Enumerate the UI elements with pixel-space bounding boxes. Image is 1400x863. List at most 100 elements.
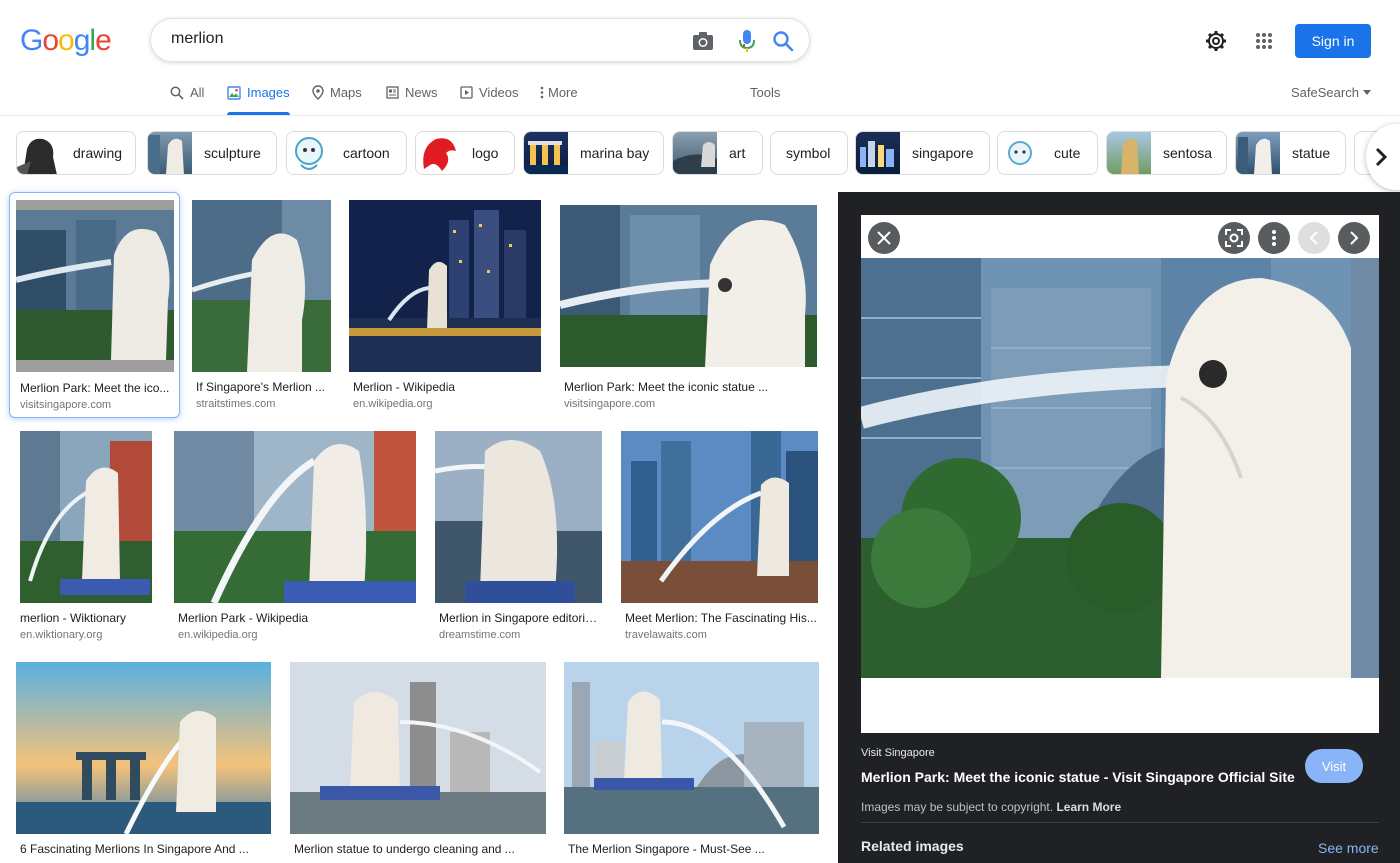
chip-thumbnail <box>524 132 568 174</box>
chip-statue[interactable]: statue <box>1235 131 1346 175</box>
microphone-icon[interactable] <box>735 29 759 53</box>
result-title[interactable]: Meet Merlion: The Fascinating His... <box>625 611 817 625</box>
tab-more[interactable]: More <box>540 85 578 100</box>
camera-icon[interactable] <box>691 29 715 53</box>
chip-thumbnail <box>673 132 717 174</box>
result-title[interactable]: 6 Fascinating Merlions In Singapore And … <box>20 842 270 856</box>
chip-symbol[interactable]: symbol <box>770 131 848 175</box>
result-title[interactable]: The Merlion Singapore - Must-See ... <box>568 842 818 856</box>
result-source[interactable]: travelawaits.com <box>625 629 817 641</box>
tab-all[interactable]: All <box>170 85 204 100</box>
search-input[interactable] <box>169 29 673 49</box>
apps-grid-icon[interactable] <box>1254 31 1274 51</box>
result-title[interactable]: Merlion statue to undergo cleaning and .… <box>294 842 544 856</box>
preview-title[interactable]: Merlion Park: Meet the iconic statue - V… <box>861 769 1295 785</box>
chip-singapore[interactable]: singapore <box>855 131 990 175</box>
result-image[interactable] <box>434 431 602 603</box>
result-image[interactable] <box>20 431 152 603</box>
result-source[interactable]: en.wikipedia.org <box>353 398 537 410</box>
result-title[interactable]: Merlion Park - Wikipedia <box>178 611 414 625</box>
play-icon <box>460 86 473 99</box>
chip-label: symbol <box>786 145 831 161</box>
learn-more-link[interactable]: Learn More <box>1056 800 1121 814</box>
tab-news[interactable]: News <box>386 85 438 100</box>
result-source[interactable]: visitsingapore.com <box>20 399 170 411</box>
result-title[interactable]: Merlion Park: Meet the iconic statue ... <box>564 380 814 394</box>
result-image[interactable] <box>15 200 174 372</box>
result-card[interactable]: If Singapore's Merlion ... straitstimes.… <box>191 200 332 414</box>
caret-down-icon <box>1362 90 1371 95</box>
result-card[interactable]: The Merlion Singapore - Must-See ... <box>564 662 819 863</box>
tab-videos[interactable]: Videos <box>460 85 519 100</box>
map-pin-icon <box>312 85 324 100</box>
result-card[interactable]: 6 Fascinating Merlions In Singapore And … <box>16 662 272 863</box>
result-source[interactable]: en.wikipedia.org <box>178 629 414 641</box>
result-card[interactable]: Merlion Park: Meet the iconic statue ...… <box>559 200 817 414</box>
result-image[interactable] <box>349 200 541 372</box>
result-image[interactable] <box>564 662 819 834</box>
result-card[interactable]: Merlion Park: Meet the ico... visitsinga… <box>9 192 180 418</box>
chip-label: singapore <box>912 145 974 161</box>
chip-thumbnail <box>856 132 900 174</box>
sign-in-button[interactable]: Sign in <box>1295 24 1371 58</box>
result-card[interactable]: Merlion - Wikipedia en.wikipedia.org <box>349 200 541 414</box>
result-card[interactable]: merlion - Wiktionary en.wiktionary.org <box>20 431 153 645</box>
more-options-button[interactable] <box>1258 222 1290 254</box>
tools-button[interactable]: Tools <box>750 85 780 100</box>
gear-icon[interactable] <box>1204 28 1228 54</box>
result-card[interactable]: Merlion in Singapore editoria... dreamst… <box>434 431 603 645</box>
result-source[interactable]: straitstimes.com <box>196 398 328 410</box>
chip-cute[interactable]: cute <box>997 131 1098 175</box>
result-source[interactable]: en.wiktionary.org <box>20 629 152 641</box>
chip-cartoon[interactable]: cartoon <box>286 131 407 175</box>
result-title[interactable]: merlion - Wiktionary <box>20 611 152 625</box>
result-image[interactable] <box>621 431 818 603</box>
result-card[interactable]: Meet Merlion: The Fascinating His... tra… <box>621 431 818 645</box>
chip-thumbnail <box>287 132 331 174</box>
chevron-right-icon <box>1350 231 1359 245</box>
search-icon[interactable] <box>771 29 795 53</box>
see-more-link[interactable]: See more <box>1318 840 1379 856</box>
result-title[interactable]: Merlion - Wikipedia <box>353 380 537 394</box>
result-image[interactable] <box>174 431 416 605</box>
dots-vertical-icon <box>540 86 544 99</box>
result-image[interactable] <box>290 662 546 834</box>
previous-button[interactable] <box>1298 222 1330 254</box>
result-title[interactable]: Merlion in Singapore editoria... <box>439 611 601 625</box>
visit-button[interactable]: Visit <box>1305 749 1363 783</box>
lens-button[interactable] <box>1218 222 1250 254</box>
result-image[interactable] <box>16 662 271 836</box>
close-button[interactable] <box>868 222 900 254</box>
result-source[interactable]: visitsingapore.com <box>564 398 814 410</box>
image-preview-panel: Visit Singapore Merlion Park: Meet the i… <box>838 192 1400 863</box>
result-title[interactable]: Merlion Park: Meet the ico... <box>20 381 170 395</box>
chip-drawing[interactable]: drawing <box>16 131 136 175</box>
safesearch-dropdown[interactable]: SafeSearch <box>1291 85 1371 100</box>
result-image[interactable] <box>191 200 331 372</box>
preview-source[interactable]: Visit Singapore <box>861 747 935 759</box>
preview-image-frame <box>858 215 1379 733</box>
next-button[interactable] <box>1338 222 1370 254</box>
result-card[interactable]: Merlion statue to undergo cleaning and .… <box>290 662 546 863</box>
chip-thumbnail <box>998 132 1042 174</box>
chip-logo[interactable]: logo <box>415 131 515 175</box>
chip-sentosa[interactable]: sentosa <box>1106 131 1227 175</box>
tab-label: Images <box>247 85 290 100</box>
result-image[interactable] <box>559 205 817 367</box>
chip-marina-bay[interactable]: marina bay <box>523 131 664 175</box>
chip-art[interactable]: art <box>672 131 763 175</box>
search-tabs: All Images Maps News Videos More Tools S… <box>0 75 1400 116</box>
result-source[interactable]: dreamstime.com <box>439 629 601 641</box>
chip-label: cartoon <box>343 145 390 161</box>
lens-icon <box>1225 229 1243 247</box>
tab-maps[interactable]: Maps <box>312 85 362 100</box>
google-logo[interactable]: Google <box>20 24 112 58</box>
chip-sculpture[interactable]: sculpture <box>147 131 277 175</box>
chip-thumbnail <box>1236 132 1280 174</box>
chip-label: sculpture <box>204 145 261 161</box>
result-card[interactable]: Merlion Park - Wikipedia en.wikipedia.or… <box>174 431 416 645</box>
tab-images[interactable]: Images <box>227 85 290 115</box>
divider <box>861 822 1379 823</box>
result-title[interactable]: If Singapore's Merlion ... <box>196 380 328 394</box>
preview-image[interactable] <box>858 258 1379 678</box>
